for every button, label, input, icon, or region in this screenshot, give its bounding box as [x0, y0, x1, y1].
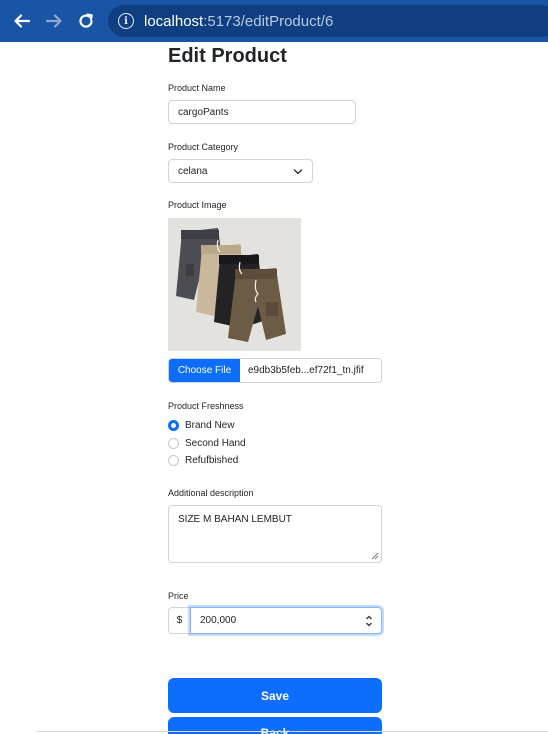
price-input[interactable]: 200,000	[190, 607, 382, 634]
radio-unchecked-icon[interactable]	[168, 455, 179, 466]
page-title: Edit Product	[168, 45, 287, 67]
save-button[interactable]: Save	[168, 678, 382, 713]
description-textarea[interactable]: SIZE M BAHAN LEMBUT	[168, 505, 382, 563]
product-category-value: celana	[178, 165, 208, 177]
product-image	[168, 218, 301, 351]
radio-refurbished[interactable]: Refufbished	[168, 455, 238, 466]
radio-checked-icon[interactable]	[168, 420, 179, 431]
currency-addon: $	[168, 607, 190, 634]
resize-handle-icon[interactable]	[371, 552, 379, 560]
choose-file-button[interactable]: Choose File	[169, 359, 240, 382]
product-name-label: Product Name	[168, 83, 226, 93]
back-arrow-icon[interactable]	[9, 8, 35, 34]
radio-brand-new[interactable]: Brand New	[168, 420, 234, 431]
radio-second-hand[interactable]: Second Hand	[168, 438, 246, 449]
file-input[interactable]: Choose File e9db3b5feb...ef72f1_tn.jfif	[168, 358, 382, 383]
browser-toolbar: i localhost:5173/editProduct/6	[0, 0, 548, 42]
product-category-label: Product Category	[168, 142, 239, 152]
radio-label: Second Hand	[185, 438, 246, 449]
description-value: SIZE M BAHAN LEMBUT	[178, 514, 292, 525]
price-value: 200,000	[200, 615, 237, 626]
radio-label: Refufbished	[185, 455, 239, 466]
radio-label: Brand New	[185, 420, 235, 431]
forward-arrow-icon[interactable]	[41, 8, 67, 34]
address-bar[interactable]: i localhost:5173/editProduct/6	[108, 5, 548, 37]
reload-icon[interactable]	[73, 8, 99, 34]
product-name-input[interactable]: cargoPants	[168, 100, 356, 124]
price-input-group: $ 200,000	[168, 607, 382, 634]
radio-unchecked-icon[interactable]	[168, 438, 179, 449]
url-text[interactable]: localhost:5173/editProduct/6	[144, 13, 333, 30]
product-freshness-label: Product Freshness	[168, 401, 244, 411]
description-label: Additional description	[168, 488, 254, 498]
chevron-down-icon	[293, 169, 303, 175]
product-image-label: Product Image	[168, 200, 227, 210]
divider	[36, 731, 548, 732]
stepper-icon[interactable]	[365, 614, 373, 628]
info-icon[interactable]: i	[118, 13, 134, 29]
file-name: e9db3b5feb...ef72f1_tn.jfif	[248, 365, 364, 376]
price-label: Price	[168, 591, 189, 601]
product-name-value: cargoPants	[178, 106, 229, 118]
product-category-select[interactable]: celana	[168, 159, 313, 183]
